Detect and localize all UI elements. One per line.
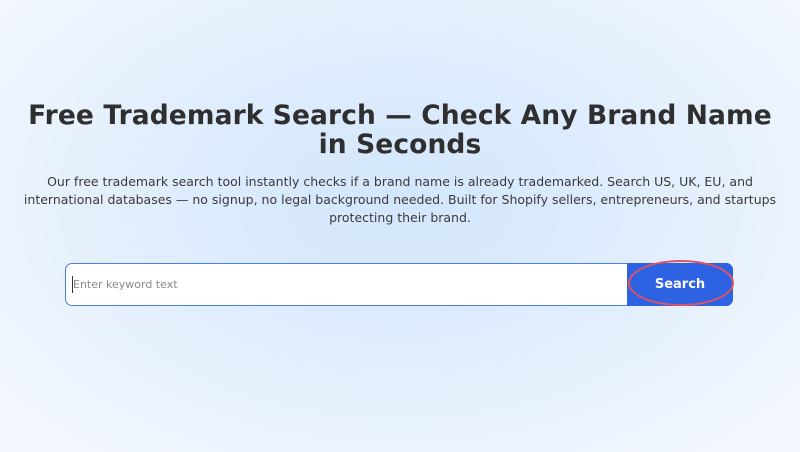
trademark-search-form: Search bbox=[65, 260, 734, 306]
search-input[interactable] bbox=[66, 264, 626, 305]
page-description: Our free trademark search tool instantly… bbox=[23, 174, 777, 225]
search-button[interactable]: Search bbox=[627, 263, 733, 306]
page-title: Free Trademark Search — Check Any Brand … bbox=[28, 100, 772, 160]
text-cursor bbox=[72, 276, 73, 293]
trademark-search-hero: Free Trademark Search — Check Any Brand … bbox=[0, 0, 800, 452]
